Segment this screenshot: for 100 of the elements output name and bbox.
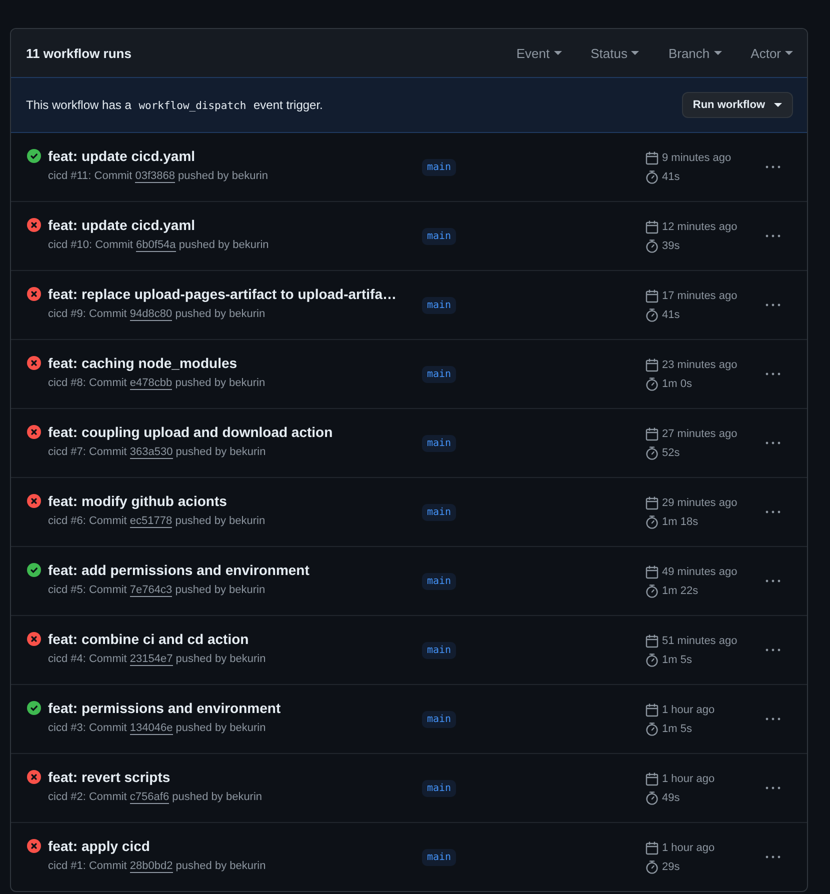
run-description: cicd #10: Commit 6b0f54a pushed by bekurin: [48, 239, 270, 251]
run-description: cicd #9: Commit 94d8c80 pushed by bekurin: [48, 308, 266, 320]
run-time: 1 hour ago: [662, 772, 715, 784]
branch-label[interactable]: main: [422, 710, 456, 728]
branch-label[interactable]: main: [422, 434, 456, 452]
runs-count-title: 11 workflow runs: [26, 46, 132, 60]
stopwatch-icon: [645, 514, 659, 528]
calendar-icon: [645, 702, 659, 716]
stopwatch-icon: [645, 376, 659, 390]
run-time: 23 minutes ago: [662, 358, 738, 370]
caret-icon: [774, 103, 782, 107]
branch-label[interactable]: main: [422, 158, 456, 176]
run-time: 9 minutes ago: [662, 152, 732, 164]
branch-label[interactable]: main: [422, 780, 456, 796]
ellipsis-icon: [765, 786, 781, 790]
ellipsis-icon: [765, 165, 781, 169]
stopwatch-icon: [645, 790, 659, 804]
caret-icon: [631, 51, 640, 55]
branch-label[interactable]: main: [422, 296, 456, 314]
run-duration: 1m 22s: [662, 584, 698, 596]
branch-label[interactable]: main: [422, 504, 456, 520]
caret-icon: [714, 51, 722, 55]
ellipsis-icon: [765, 579, 781, 583]
stopwatch-icon: [645, 722, 659, 736]
run-time: 29 minutes ago: [662, 496, 738, 508]
calendar-icon: [645, 496, 659, 510]
calendar-icon: [645, 564, 659, 578]
run-duration: 1m 5s: [662, 722, 692, 734]
run-time: 51 minutes ago: [662, 634, 738, 646]
branch-label[interactable]: main: [422, 366, 456, 382]
ellipsis-icon: [765, 372, 781, 376]
branch-label[interactable]: main: [422, 572, 456, 590]
commit-link[interactable]: 94d8c80: [130, 308, 172, 321]
caret-icon: [554, 51, 562, 55]
caret-icon: [785, 51, 793, 55]
commit-link[interactable]: ec51778: [130, 515, 172, 528]
branch-label[interactable]: main: [422, 642, 456, 658]
stopwatch-icon: [645, 860, 659, 874]
run-workflow-button[interactable]: Run workflow: [682, 92, 793, 118]
run-description: cicd #5: Commit 7e764c3 pushed by bekurin: [48, 584, 266, 596]
filter-dropdown[interactable]: Status: [590, 46, 640, 60]
calendar-icon: [645, 358, 659, 372]
commit-link[interactable]: c756af6: [130, 791, 170, 804]
stopwatch-icon: [645, 446, 659, 460]
run-description: cicd #1: Commit 28b0bd2 pushed by bekurin: [48, 860, 267, 872]
commit-link[interactable]: 363a530: [130, 446, 173, 459]
run-time: 12 minutes ago: [662, 220, 738, 232]
commit-link[interactable]: 28b0bd2: [130, 860, 173, 873]
stopwatch-icon: [645, 238, 659, 252]
ellipsis-icon: [765, 234, 781, 238]
stopwatch-icon: [645, 584, 659, 598]
branch-label[interactable]: main: [422, 228, 456, 244]
commit-link[interactable]: 23154e7: [130, 653, 173, 666]
commit-link[interactable]: 7e764c3: [130, 584, 172, 597]
filter-dropdown[interactable]: Event: [516, 46, 562, 60]
trigger-message: This workflow has a workflow_dispatch event trigger.: [26, 98, 324, 112]
run-duration: 1m 5s: [662, 654, 692, 666]
calendar-icon: [645, 634, 659, 648]
run-description: cicd #4: Commit 23154e7 pushed by bekurin: [48, 653, 267, 665]
run-title-link[interactable]: feat: apply cicd: [48, 838, 414, 854]
calendar-icon: [645, 772, 659, 786]
run-title-link[interactable]: feat: modify github acionts: [48, 493, 414, 509]
run-title-link[interactable]: feat: add permissions and environment: [48, 562, 414, 578]
run-title-link[interactable]: feat: update cicd.yaml: [48, 148, 414, 164]
calendar-icon: [645, 220, 659, 234]
ellipsis-icon: [765, 510, 781, 514]
filter-dropdown[interactable]: Branch: [668, 46, 722, 60]
run-title-link[interactable]: feat: combine ci and cd action: [48, 631, 414, 647]
run-time: 17 minutes ago: [662, 290, 738, 302]
run-title-link[interactable]: feat: coupling upload and download action: [48, 424, 414, 440]
run-duration: 41s: [662, 308, 680, 320]
run-duration: 49s: [662, 792, 680, 804]
run-title-link[interactable]: feat: update cicd.yaml: [48, 217, 414, 233]
commit-link[interactable]: 134046e: [130, 722, 173, 735]
run-description: cicd #6: Commit ec51778 pushed by bekurin: [48, 515, 266, 527]
ellipsis-icon: [765, 717, 781, 721]
run-duration: 52s: [662, 446, 680, 458]
run-time: 49 minutes ago: [662, 566, 738, 578]
ellipsis-icon: [765, 648, 781, 652]
commit-link[interactable]: 6b0f54a: [136, 239, 176, 252]
run-duration: 1m 0s: [662, 378, 692, 390]
run-title-link[interactable]: feat: revert scripts: [48, 769, 414, 785]
branch-label[interactable]: main: [422, 848, 456, 866]
run-time: 1 hour ago: [662, 842, 715, 854]
calendar-icon: [645, 288, 659, 302]
run-duration: 41s: [662, 170, 680, 182]
filter-dropdown[interactable]: Actor: [750, 46, 793, 60]
commit-link[interactable]: e478cbb: [130, 377, 172, 390]
run-description: cicd #11: Commit 03f3868 pushed by bekurin: [48, 170, 269, 182]
commit-link[interactable]: 03f3868: [135, 170, 175, 183]
run-duration: 39s: [662, 240, 680, 252]
run-title-link[interactable]: feat: permissions and environment: [48, 700, 414, 716]
calendar-icon: [645, 426, 659, 440]
run-title-link[interactable]: feat: caching node_modules: [48, 355, 414, 371]
run-description: cicd #8: Commit e478cbb pushed by bekurin: [48, 377, 266, 389]
ellipsis-icon: [765, 441, 781, 445]
stopwatch-icon: [645, 170, 659, 184]
run-duration: 1m 18s: [662, 516, 698, 528]
ellipsis-icon: [765, 303, 781, 307]
run-title-link[interactable]: feat: replace upload-pages-artifact to upload-artifa…: [48, 286, 414, 302]
